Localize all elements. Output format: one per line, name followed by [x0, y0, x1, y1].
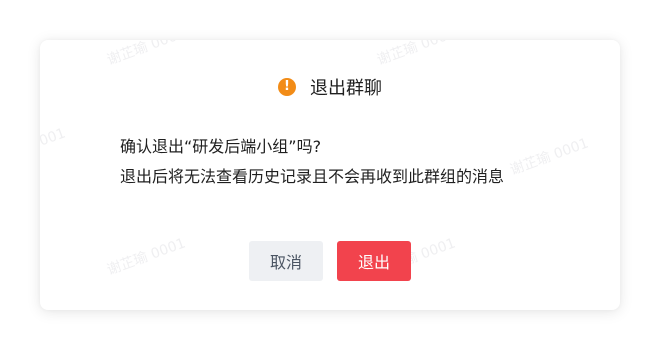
- warning-icon: !: [278, 78, 296, 96]
- watermark: 谢芷瑜 0001: [105, 40, 188, 69]
- cancel-button[interactable]: 取消: [249, 241, 323, 281]
- exit-group-dialog: 谢芷瑜 0001 谢芷瑜 0001 谢芷瑜 0001 谢芷瑜 0001 谢芷瑜 …: [40, 40, 620, 310]
- warning-description: 退出后将无法查看历史记录且不会再收到此群组的消息: [120, 167, 505, 186]
- dialog-title: 退出群聊: [310, 78, 382, 99]
- confirm-question: 确认退出“研发后端小组”吗?: [120, 137, 322, 156]
- exit-button[interactable]: 退出: [337, 241, 411, 281]
- page-background: 谢芷瑜 0001 谢芷瑜 0001 谢芷瑜 0001 谢芷瑜 0001 谢芷瑜 …: [0, 0, 660, 351]
- dialog-header: ! 退出群聊: [40, 75, 620, 99]
- watermark: 谢芷瑜 0001: [375, 40, 458, 69]
- dialog-message: 确认退出“研发后端小组”吗? 退出后将无法查看历史记录且不会再收到此群组的消息: [120, 132, 580, 192]
- watermark: 谢芷瑜 0001: [40, 125, 68, 168]
- dialog-footer: 取消 退出: [40, 241, 620, 281]
